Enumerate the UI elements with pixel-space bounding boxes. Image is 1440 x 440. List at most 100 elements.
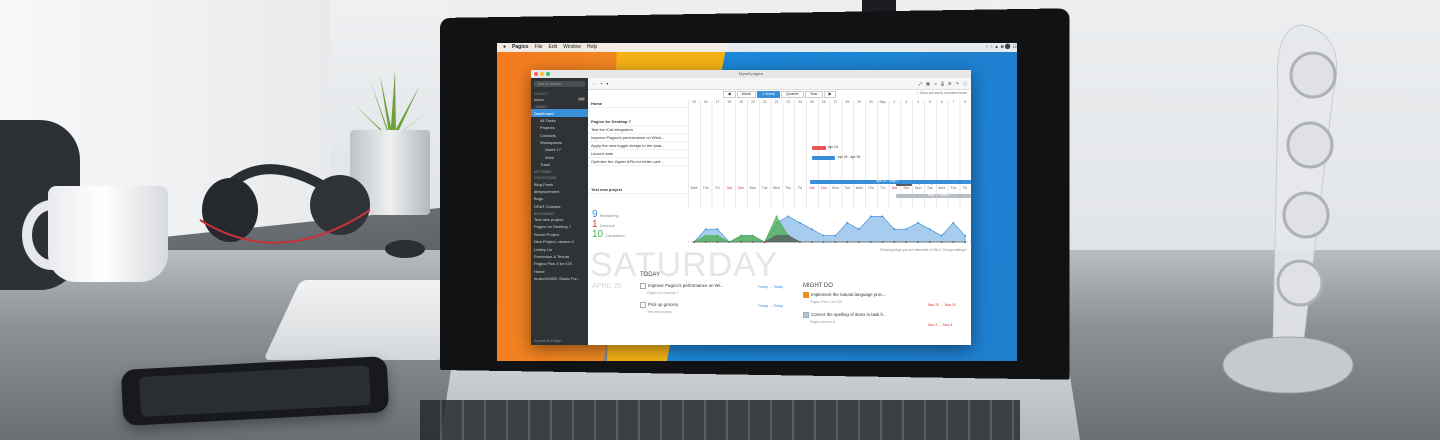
gantt-bar[interactable]: Apr 24 - May 1 xyxy=(809,179,972,184)
chart-point xyxy=(716,228,719,231)
showing-note[interactable]: Showing things you are interested in ONL… xyxy=(880,248,967,252)
sidebar-search-input[interactable]: Type to search xyxy=(534,81,585,87)
gantt-bar[interactable]: May 1 - May 5 xyxy=(895,193,972,198)
day-number: May xyxy=(879,100,886,104)
export-icon[interactable]: ↷ xyxy=(956,81,959,86)
gantt-bar[interactable]: Apr 24 - Apr 25 xyxy=(811,155,860,160)
sidebar-item-bugs[interactable]: Bugs xyxy=(531,195,588,202)
sidebar-item-notes[interactable]: Notes 17 xyxy=(531,146,588,153)
gantt-row[interactable]: Test the iCal integration xyxy=(588,126,688,134)
laptop-keyboard xyxy=(420,400,1020,440)
view-quarter[interactable]: Quarter xyxy=(780,90,804,98)
bookmark-item[interactable]: Home xyxy=(531,268,588,275)
view-segmented-control: ◀ Week 1 Week Quarter Year ▶ xyxy=(588,90,971,98)
sidebar-item-all-tasks[interactable]: All Tasks xyxy=(531,117,588,124)
sidebar-item-drat-courses[interactable]: DRAT Courses xyxy=(531,203,588,210)
day-number: 25 xyxy=(809,100,814,104)
bookmark-item[interactable]: Lesley Liu xyxy=(531,245,588,252)
add-icon[interactable]: + xyxy=(600,81,602,86)
gantt-row[interactable]: Pagico for Desktop 7 xyxy=(588,118,688,126)
show-previous-toggle[interactable]: ☐ Show previously completed tasks xyxy=(916,91,967,95)
chart-point xyxy=(751,234,754,237)
chart-point xyxy=(799,221,801,224)
menu-app[interactable]: Pagico xyxy=(512,43,528,52)
task-checkbox[interactable] xyxy=(803,312,809,318)
today-task[interactable]: Pick up grocery Test new project xyxy=(640,302,678,314)
sidebar-item-dashboard[interactable]: Dashboard xyxy=(531,109,588,117)
bookmark-item[interactable]: Test new project xyxy=(531,216,588,223)
chart-point xyxy=(810,228,813,231)
bookmark-item[interactable]: New Project, version 2 xyxy=(531,238,588,245)
sidebar-item-contacts[interactable]: Contacts xyxy=(531,132,588,139)
sidebar-item-inbox[interactable]: Inbox 102 xyxy=(531,96,588,103)
weekday-label: Thu xyxy=(950,186,957,190)
might-do-task[interactable]: Correct the spelling of items in task h.… xyxy=(803,312,887,324)
sidebar-item-work[interactable]: Work xyxy=(531,154,588,161)
fullscreen-icon[interactable]: ⤢ xyxy=(919,81,922,86)
sidebar-item-trash[interactable]: Trash xyxy=(531,161,588,168)
gantt-row[interactable]: Improve Pagico's performance on Wind... xyxy=(588,134,688,142)
weekday-label: Wed xyxy=(855,186,863,190)
chart-point xyxy=(940,234,943,237)
sidebar-item-workspaces[interactable]: Workspaces xyxy=(531,139,588,146)
today-heading: TODAY xyxy=(640,272,661,278)
gantt-row[interactable]: Optimize the Zapier APIs for better perf… xyxy=(588,158,688,166)
gantt-row[interactable]: Apply the new toggle design to the data.… xyxy=(588,142,688,150)
weekday-label: Fri xyxy=(798,186,803,190)
bookmark-item[interactable]: Promotion & Tenure xyxy=(531,253,588,260)
chart-point xyxy=(928,228,931,231)
usb-puck xyxy=(385,240,425,258)
view-1-week[interactable]: 1 Week xyxy=(757,90,780,98)
minimize-button[interactable] xyxy=(540,72,544,76)
chart-point xyxy=(869,215,872,218)
print-icon[interactable]: ⎙ xyxy=(941,81,944,86)
bookmark-item[interactable]: Pagico for Desktop 7 xyxy=(531,223,588,230)
menu-edit[interactable]: Edit xyxy=(549,43,558,52)
view-week[interactable]: Week xyxy=(736,90,757,98)
view-year[interactable]: Year xyxy=(804,90,823,98)
menu-help[interactable]: Help xyxy=(587,43,597,52)
day-number: 20 xyxy=(750,100,755,104)
chevron-down-icon[interactable]: ▾ xyxy=(606,81,608,86)
weekday-label: Wed xyxy=(690,186,698,190)
gantt-row[interactable]: Test new project xyxy=(588,186,688,194)
bookmark-item[interactable]: musicGUIDE: Music For... xyxy=(531,275,588,282)
today-task[interactable]: Improve Pagico's performance on Wi... Pag… xyxy=(640,283,724,295)
prev-range-button[interactable]: ◀ xyxy=(722,90,736,98)
sidebar-item-blog-posts[interactable]: Blog Posts xyxy=(531,180,588,187)
next-range-button[interactable]: ▶ xyxy=(823,90,837,98)
menu-window[interactable]: Window xyxy=(563,43,581,52)
day-number: 4 xyxy=(917,100,919,104)
back-icon[interactable]: ← xyxy=(592,81,596,86)
grid-icon[interactable]: ▦ xyxy=(926,81,930,86)
zoom-button[interactable] xyxy=(546,72,550,76)
chart-point xyxy=(728,241,731,243)
sync-status: Synced at 9:00pm xyxy=(534,339,562,343)
task-checkbox[interactable] xyxy=(640,302,646,308)
chart-point xyxy=(763,241,766,243)
gantt-row[interactable]: Home xyxy=(588,100,688,108)
sidebar-item-dimprovement[interactable]: dimprovement xyxy=(531,188,588,195)
task-checkbox[interactable] xyxy=(803,292,809,298)
weekday-label: Thu xyxy=(785,186,792,190)
mac-menubar: ● Pagico File Edit Window Help ○ ○ ▲ ■ ⚫… xyxy=(497,43,1017,52)
task-checkbox[interactable] xyxy=(640,283,646,289)
close-button[interactable] xyxy=(534,72,538,76)
info-icon[interactable]: ⓘ xyxy=(963,81,967,87)
menu-file[interactable]: File xyxy=(534,43,542,52)
photo-scene: ● Pagico File Edit Window Help ○ ○ ▲ ■ ⚫… xyxy=(0,0,1440,440)
gantt-row[interactable]: Launch date xyxy=(588,150,688,158)
bookmark-item[interactable]: Pagico Plus 3 for iOS xyxy=(531,260,588,267)
apple-icon[interactable]: ● xyxy=(503,43,506,52)
bookmark-item[interactable]: Secret Project xyxy=(531,231,588,238)
stat-remaining: 9 Remaining xyxy=(592,210,682,220)
bell-icon[interactable]: ♫ xyxy=(934,81,937,86)
status-icons[interactable]: ○ ○ ▲ ■ ⚫ ☷ xyxy=(985,43,1017,52)
day-number: 26 xyxy=(821,100,826,104)
gear-icon[interactable]: ⚙ xyxy=(948,81,952,86)
sidebar-item-projects[interactable]: Projects xyxy=(531,124,588,131)
gantt-bar[interactable]: Apr 24 xyxy=(811,145,838,150)
weekday-label: Wed xyxy=(773,186,780,190)
might-do-task[interactable]: Implement the natural language proc... Pa… xyxy=(803,292,886,304)
weekday-label: Sat xyxy=(891,186,897,190)
